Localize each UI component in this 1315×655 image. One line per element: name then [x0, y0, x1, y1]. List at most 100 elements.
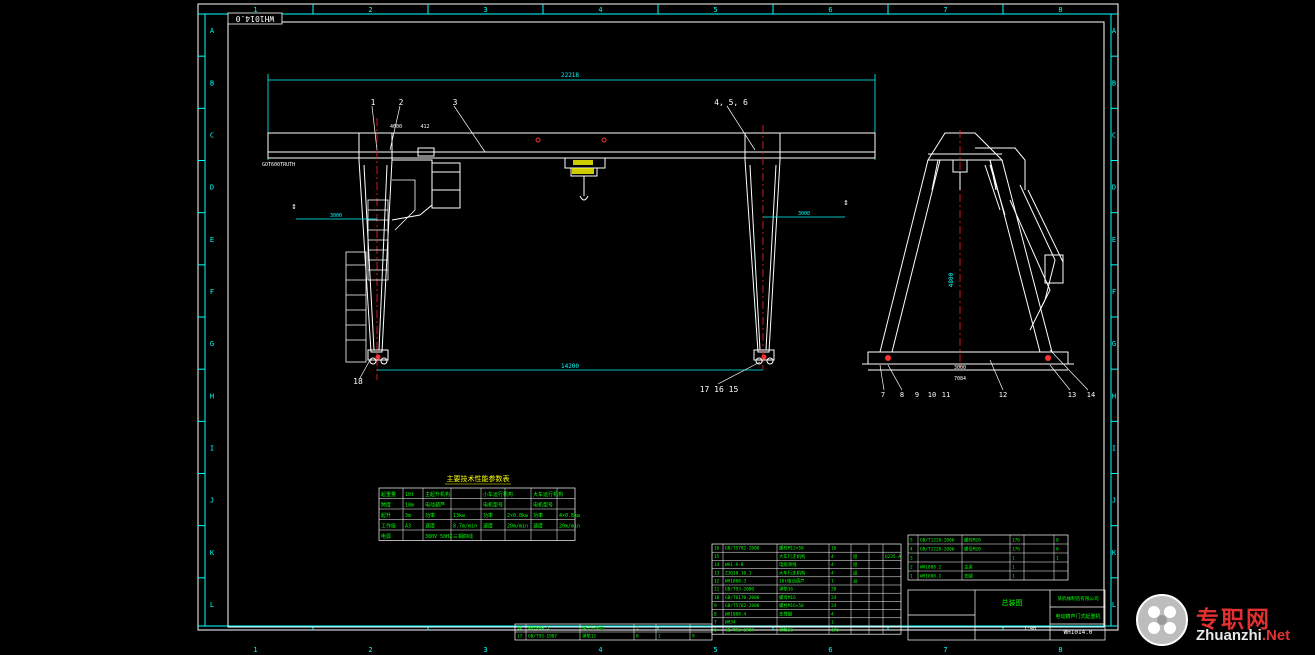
- right-wheel-mark: [761, 354, 767, 360]
- side-height-text: 4800: [948, 272, 955, 287]
- table-cell: 1: [1012, 574, 1015, 580]
- table-cell: 螺母M16: [779, 594, 796, 601]
- table-cell: 4: [910, 547, 913, 553]
- table-cell: 28: [831, 587, 837, 593]
- table-cell: 4: [831, 554, 834, 560]
- zone-col-label: 3: [483, 646, 487, 654]
- table-cell: 三相四线: [453, 533, 473, 540]
- table-cell: 螺栓M20: [964, 537, 981, 544]
- table-cell: 弹垫20: [779, 627, 793, 634]
- zone-col-label: 7: [943, 6, 947, 14]
- table-cell: 1: [1056, 556, 1059, 562]
- zone-row-label: F: [1112, 288, 1116, 296]
- callout-3: 3: [453, 98, 458, 107]
- ladder: [345, 179, 416, 363]
- table-cell: 13kw: [453, 513, 466, 519]
- table-cell: 17: [517, 634, 523, 640]
- table-cell: 工作级: [381, 523, 396, 530]
- table-cell: GB/T93-1987: [528, 634, 557, 640]
- side-callout-12: 12: [999, 391, 1007, 399]
- zone-row-label: B: [1112, 79, 1116, 87]
- zone-row-label: I: [1112, 444, 1116, 452]
- callout-4-5-6: 4, 5, 6: [714, 98, 748, 107]
- parts-list-left: 16 GB/T5782-2000 螺栓M12×50 1615 大车行走机构 4 组 Q235-…: [711, 543, 902, 635]
- zone-row-label: L: [210, 601, 214, 609]
- zone-row-label: A: [1112, 27, 1117, 35]
- table-cell: 组: [853, 569, 858, 576]
- zone-col-label: 7: [943, 646, 947, 654]
- table-cell: 电机型号: [483, 502, 503, 509]
- zone-ticks: [198, 4, 1118, 630]
- hook-level-text: GOT600TRUTH: [262, 162, 295, 168]
- table-cell: Q235-A: [885, 554, 901, 560]
- hoist-motor: [572, 168, 594, 174]
- right-leg: [744, 132, 781, 353]
- table-cell: GB/T93-1987: [725, 628, 754, 634]
- table-cell: 18: [517, 626, 523, 632]
- side-callout-8: 8: [900, 391, 904, 399]
- left-overhang-text: 3000: [330, 213, 342, 219]
- table-cell: 功率: [425, 512, 435, 519]
- table-cell: 24: [831, 595, 837, 601]
- table-cell: 1: [910, 574, 913, 580]
- table-cell: 主梁: [964, 564, 973, 571]
- table-cell: 380V 50HZ: [425, 534, 452, 540]
- table-cell: 4: [831, 562, 834, 568]
- zone-row-label: E: [1112, 236, 1116, 244]
- table-cell: 梯子与平台: [582, 625, 605, 632]
- table-cell: 11: [714, 587, 720, 593]
- zone-row-label: E: [210, 236, 214, 244]
- zone-row-label: B: [210, 79, 214, 87]
- side-callout-14: 14: [1087, 391, 1095, 399]
- side-callout-13: 13: [1068, 391, 1076, 399]
- spec-table: 起重量 10t 主起升机构 小车运行机构 大车运行机构跨度 18m 电动葫芦 电机型号 电机型号…: [378, 487, 581, 541]
- table-cell: 6: [714, 628, 717, 634]
- rail-dim-text: 14200: [561, 363, 579, 370]
- table-cell: 176: [831, 628, 839, 634]
- table-cell: 8.7m/min: [453, 524, 477, 530]
- zone-col-label: 2: [368, 646, 372, 654]
- table-cell: 7: [714, 620, 717, 626]
- watermark-url: Zhuanzhi.Net: [1196, 627, 1290, 644]
- table-cell: WH1008.3: [725, 579, 747, 585]
- zone-row-label: C: [210, 131, 214, 139]
- side-base-dim-b: 7084: [954, 376, 966, 382]
- table-cell: 大车行走机构: [779, 569, 806, 576]
- cad-drawing-canvas[interactable]: 1122334455667788A AB BC CD DE EF FG GH HI IJ JK KL L…: [0, 0, 1315, 655]
- table-cell: 跨度: [381, 502, 391, 509]
- zone-row-label: A: [210, 27, 215, 35]
- table-cell: GB/T6170-2000: [725, 595, 760, 601]
- table-cell: 1: [831, 620, 834, 626]
- table-cell: ZJQ10.10.1: [725, 570, 752, 576]
- detail-dim-b: 412: [420, 124, 429, 130]
- zone-col-label: 5: [713, 6, 717, 14]
- zone-col-label: 6: [828, 6, 832, 14]
- table-cell: 起升: [381, 512, 391, 519]
- table-cell: 12: [714, 579, 720, 585]
- span-dim-text: 22218: [561, 72, 579, 79]
- callout-1: 1: [371, 98, 376, 107]
- zone-row-label: H: [1112, 392, 1116, 400]
- table-cell: GB/T1228-2006: [920, 538, 955, 544]
- table-cell: 螺母M20: [964, 546, 981, 553]
- table-cell: 8: [714, 611, 717, 617]
- table-cell: 螺栓M16×50: [779, 602, 804, 609]
- table-cell: 支撑腿: [779, 610, 793, 617]
- table-cell: 16: [831, 546, 837, 552]
- table-cell: 功率: [483, 512, 493, 519]
- zone-col-label: 5: [713, 646, 717, 654]
- title-block-company: 某机械制造有限公司: [1057, 595, 1099, 602]
- title-block-drawing-no: WH1014.0: [1064, 629, 1093, 636]
- zone-row-label: D: [1112, 184, 1116, 192]
- table-cell: WH1008.4: [725, 611, 747, 617]
- side-wheel-left: [885, 355, 891, 361]
- table-cell: WH34: [725, 620, 736, 626]
- zone-col-label: 1: [253, 646, 257, 654]
- side-callout-9: 9: [915, 391, 919, 399]
- table-cell: 10t: [405, 492, 414, 498]
- table-cell: GB/T5782-2000: [725, 546, 760, 552]
- table-cell: 1: [1012, 565, 1015, 571]
- zone-row-label: J: [210, 497, 214, 505]
- table-cell: GB/T93-2000: [725, 587, 754, 593]
- side-callout-10: 10: [928, 391, 936, 399]
